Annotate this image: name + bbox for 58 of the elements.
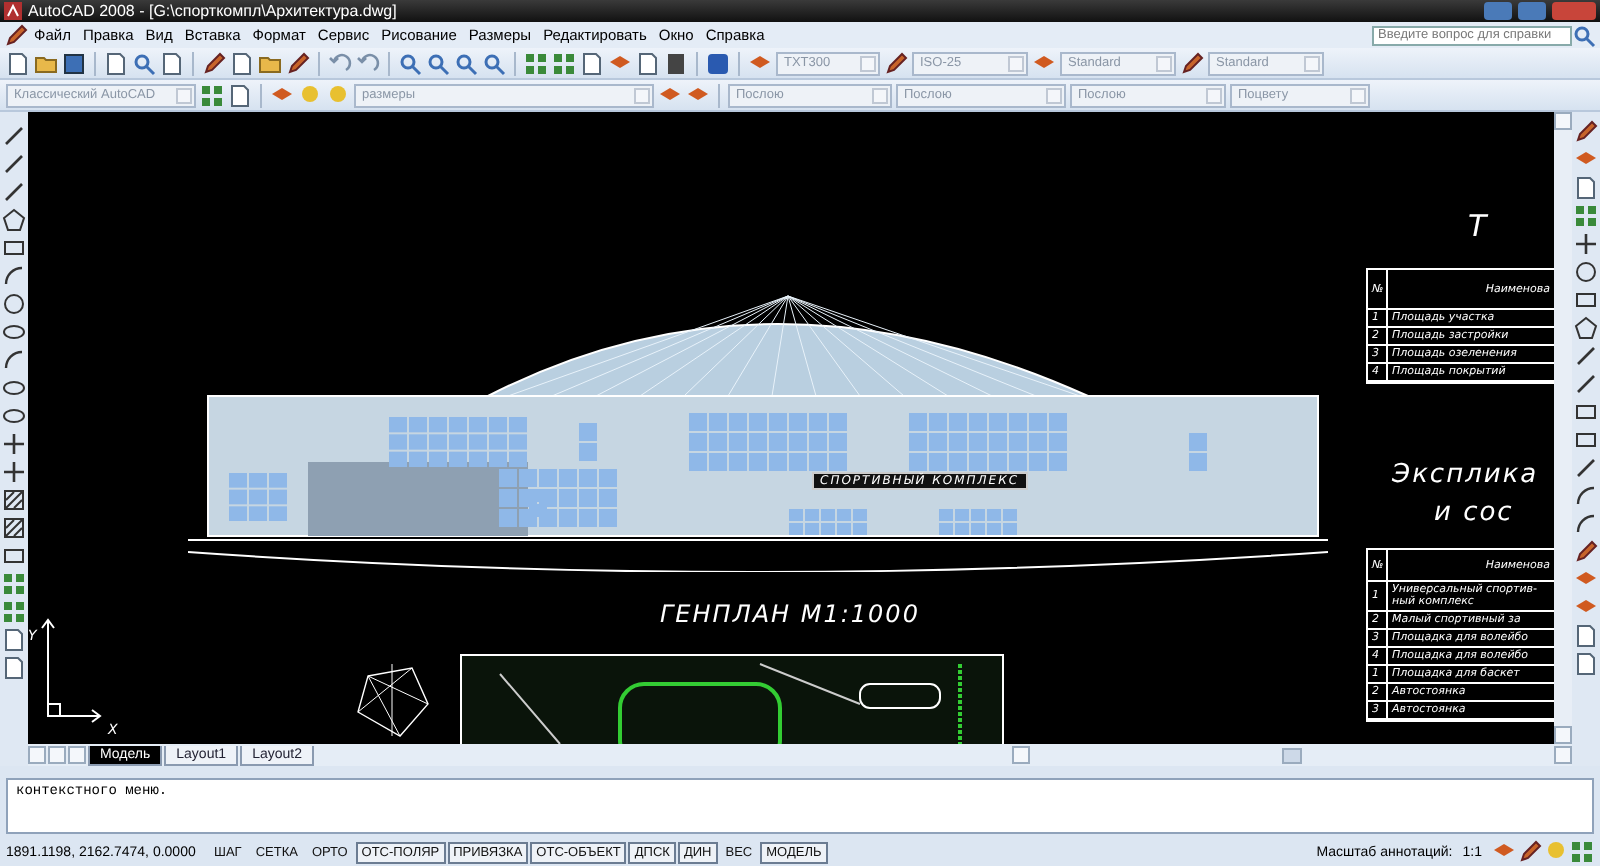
- arc-icon[interactable]: [2, 264, 26, 288]
- ellipse-icon[interactable]: [2, 404, 26, 428]
- grid-icon[interactable]: [1570, 840, 1594, 864]
- page-icon[interactable]: [2, 628, 26, 652]
- magnifier-icon[interactable]: [454, 51, 478, 75]
- line-icon[interactable]: [2, 152, 26, 176]
- hatch-icon[interactable]: [2, 516, 26, 540]
- line-icon[interactable]: [1574, 456, 1598, 480]
- line-icon[interactable]: [1574, 372, 1598, 396]
- polygon-icon[interactable]: [2, 208, 26, 232]
- page-icon[interactable]: [1574, 624, 1598, 648]
- rectangle-icon[interactable]: [2, 544, 26, 568]
- pencil-icon[interactable]: [1574, 540, 1598, 564]
- ellipse-icon[interactable]: [2, 320, 26, 344]
- pencil-icon[interactable]: [1574, 120, 1598, 144]
- magnifier-icon[interactable]: [132, 51, 156, 75]
- grid-icon[interactable]: [552, 51, 576, 75]
- line-icon[interactable]: [2, 124, 26, 148]
- window-title: AutoCAD 2008 - [G:\спорткомпл\Архитектура.dwg]: [28, 2, 399, 20]
- grid-icon[interactable]: [524, 51, 548, 75]
- undo-icon[interactable]: [356, 51, 380, 75]
- rectangle-icon[interactable]: [2, 236, 26, 260]
- table-title: Эксплика: [1392, 460, 1539, 490]
- move-icon[interactable]: [1574, 232, 1598, 256]
- compass-rose-drawing: [352, 660, 432, 740]
- arc-icon[interactable]: [2, 348, 26, 372]
- hatch-icon[interactable]: [2, 488, 26, 512]
- magnifier-icon[interactable]: [426, 51, 450, 75]
- table-title: Т: [1468, 208, 1489, 244]
- drawing-canvas[interactable]: [28, 112, 1554, 744]
- page-icon[interactable]: [1574, 652, 1598, 676]
- table-title: и сос: [1434, 498, 1514, 528]
- site-plan-title: ГЕНПЛАН М1:1000: [660, 600, 920, 628]
- rectangle-icon[interactable]: [1574, 428, 1598, 452]
- arc-icon[interactable]: [1574, 512, 1598, 536]
- circle-icon[interactable]: [2, 292, 26, 316]
- move-icon[interactable]: [2, 432, 26, 456]
- page-icon[interactable]: [2, 656, 26, 680]
- arc-icon[interactable]: [1574, 484, 1598, 508]
- grid-icon[interactable]: [200, 83, 224, 107]
- rectangle-icon[interactable]: [1574, 288, 1598, 312]
- scroll-thumb[interactable]: [1282, 747, 1302, 763]
- polygon-icon[interactable]: [1574, 316, 1598, 340]
- magnifier-icon[interactable]: [482, 51, 506, 75]
- line-icon[interactable]: [1574, 344, 1598, 368]
- magnifier-icon[interactable]: [398, 51, 422, 75]
- move-icon[interactable]: [2, 460, 26, 484]
- circle-icon[interactable]: [1574, 260, 1598, 284]
- magnifier-icon[interactable]: [1572, 23, 1596, 47]
- rectangle-icon[interactable]: [1574, 400, 1598, 424]
- line-icon[interactable]: [2, 180, 26, 204]
- ellipse-icon[interactable]: [2, 376, 26, 400]
- horizontal-scrollbar[interactable]: [1012, 746, 1572, 764]
- page-icon[interactable]: [1574, 176, 1598, 200]
- app-logo-icon: [4, 2, 22, 20]
- grid-icon[interactable]: [2, 600, 26, 624]
- pencil-icon[interactable]: [1518, 840, 1542, 864]
- undo-icon[interactable]: [328, 51, 352, 75]
